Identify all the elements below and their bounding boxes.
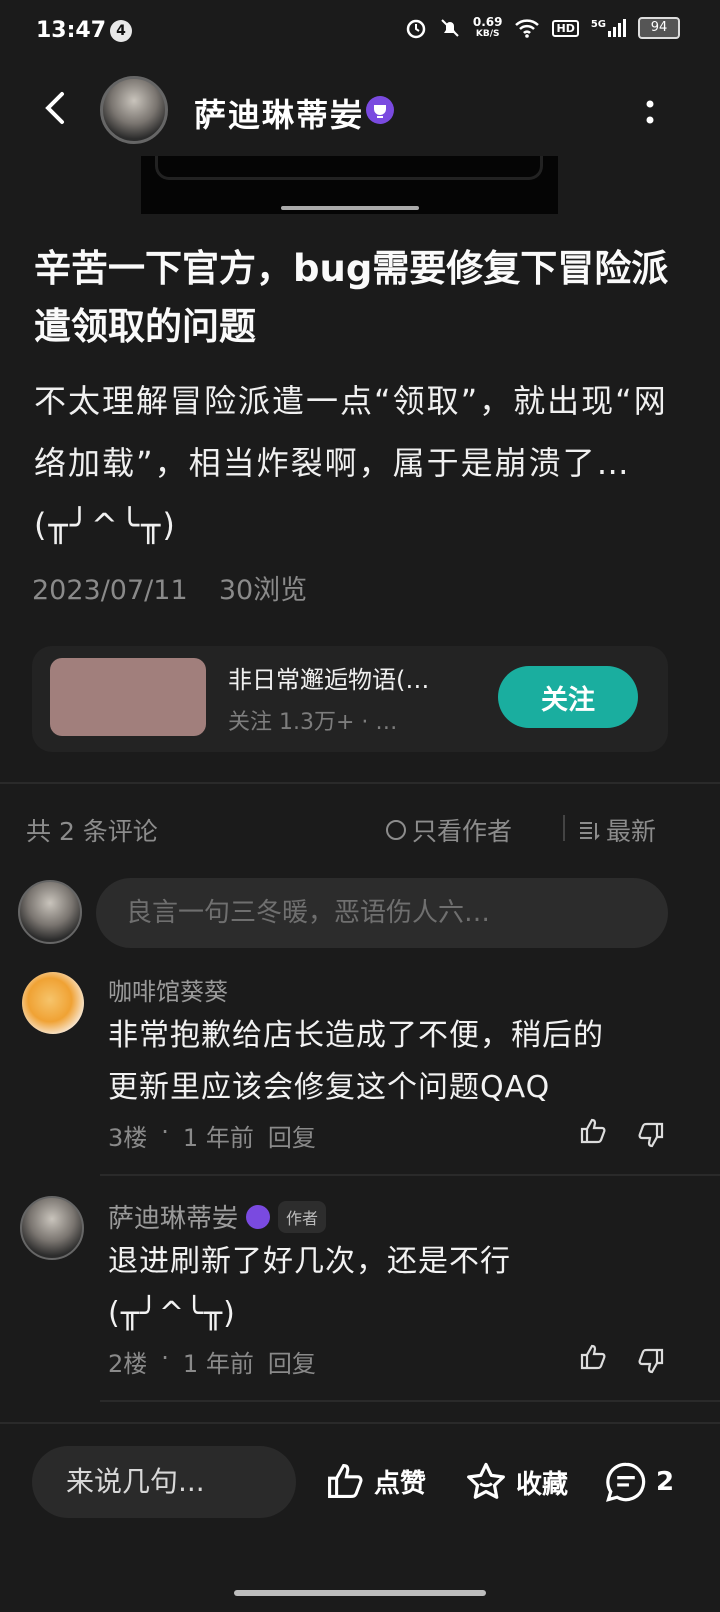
- alarm-icon: [406, 19, 426, 39]
- commenter-avatar[interactable]: [20, 1196, 84, 1260]
- author-name[interactable]: 萨迪琳蒂妛: [194, 90, 364, 136]
- star-icon: [467, 1462, 505, 1499]
- comment-time: 1 年前: [182, 1350, 254, 1378]
- comment-like-button[interactable]: [578, 1116, 608, 1150]
- net-speed-unit: KB/S: [475, 29, 500, 39]
- comment-dislike-button[interactable]: [636, 1346, 666, 1380]
- comment-input[interactable]: 良言一句三冬暖，恶语伤人六…: [96, 878, 668, 948]
- sort-label: 最新: [606, 817, 657, 846]
- sort-button[interactable]: 最新: [578, 812, 656, 848]
- author-only-label: 只看作者: [412, 817, 513, 846]
- commenter-name[interactable]: 萨迪琳蒂妛: [108, 1198, 238, 1235]
- thumbs-up-icon: [328, 1464, 363, 1498]
- image-indicator: [281, 206, 419, 210]
- post-views: 30浏览: [218, 575, 308, 606]
- favorite-label: 收藏: [516, 1469, 569, 1500]
- comment-bubble-icon: [606, 1462, 646, 1502]
- like-button[interactable]: 点赞: [324, 1460, 426, 1502]
- bottom-bar-divider: [0, 1422, 720, 1424]
- follow-button[interactable]: 关注: [498, 666, 638, 728]
- comment-text-line: 退进刷新了好几次，还是不行: [108, 1244, 511, 1279]
- notification-badge: 4: [110, 20, 132, 42]
- more-options-button[interactable]: [640, 96, 660, 130]
- comment-dislike-button[interactable]: [636, 1120, 666, 1154]
- post-date: 2023/07/11: [32, 575, 188, 606]
- signal-label: 5G: [590, 19, 606, 30]
- radio-circle-icon: [386, 820, 406, 840]
- post-body: 不太理解冒险派遣一点“领取”，就出现“网络加载”，相当炸裂啊，属于是崩溃了…(╥…: [34, 382, 668, 544]
- comment-count-badge: 2: [656, 1467, 675, 1497]
- signal-icon: [608, 19, 626, 37]
- comment-divider: [100, 1174, 720, 1176]
- comment-time: 1 年前: [182, 1124, 254, 1152]
- commenter-name-row: 萨迪琳蒂妛 作者: [108, 1198, 327, 1235]
- vip-badge-icon: [366, 96, 394, 124]
- author-avatar[interactable]: [100, 76, 168, 144]
- header-separator: [563, 815, 565, 841]
- comment-meta: 2楼 · 1 年前 回复: [108, 1344, 316, 1379]
- favorite-button[interactable]: 收藏: [464, 1460, 568, 1504]
- post-title: 辛苦一下官方，bug需要修复下冒险派遣领取的问题: [34, 247, 669, 348]
- author-only-toggle[interactable]: 只看作者: [386, 812, 512, 848]
- meta-dot: ·: [161, 1344, 169, 1372]
- status-icons: 0.69 KB/S HD 5G 94: [405, 16, 680, 40]
- thumbs-up-icon: [580, 1118, 606, 1144]
- commenter-avatar[interactable]: [22, 972, 84, 1034]
- vip-badge-icon: [246, 1204, 271, 1229]
- comment-like-button[interactable]: [578, 1342, 608, 1376]
- bottom-comment-input[interactable]: 来说几句...: [32, 1446, 296, 1518]
- chevron-left-icon: [45, 92, 64, 124]
- hd-badge: HD: [552, 19, 579, 37]
- meta-dot: ·: [161, 1118, 169, 1146]
- wifi-icon: [515, 19, 540, 38]
- net-speed: 0.69 KB/S: [473, 16, 503, 40]
- comment-button[interactable]: 2: [604, 1460, 674, 1504]
- like-label: 点赞: [374, 1468, 427, 1499]
- thumbs-down-icon: [638, 1348, 664, 1374]
- community-followers: 关注 1.3万+ · …: [228, 710, 398, 735]
- mute-bell-icon: [441, 19, 459, 37]
- reply-button[interactable]: 回复: [268, 1118, 316, 1153]
- post-image[interactable]: [141, 156, 558, 214]
- community-card[interactable]: 非日常邂逅物语(… 关注 1.3万+ · … 关注: [32, 646, 668, 752]
- sort-list-icon: [580, 822, 600, 841]
- net-speed-value: 0.69: [472, 15, 503, 29]
- my-avatar: [18, 880, 82, 944]
- community-thumbnail: [50, 658, 206, 736]
- comment-text-line: 非常抱歉给店长造成了不便，稍后的: [108, 1018, 604, 1053]
- author-tag: 作者: [278, 1200, 327, 1233]
- comment-divider: [100, 1400, 720, 1402]
- commenter-name[interactable]: 咖啡馆葵葵: [108, 972, 228, 1007]
- comment-meta: 3楼 · 1 年前 回复: [108, 1118, 316, 1153]
- comment-text-line: (╥╯^╰╥): [108, 1296, 236, 1331]
- comment-floor: 3楼: [108, 1124, 148, 1152]
- comment-count: 共 2 条评论: [26, 817, 158, 846]
- status-time: 13:47: [36, 18, 107, 43]
- battery-icon: 94: [638, 17, 680, 39]
- post-meta: 2023/07/11 30浏览: [32, 568, 307, 607]
- image-content: [155, 156, 543, 180]
- community-name: 非日常邂逅物语(…: [228, 666, 430, 694]
- signal-indicator: 5G: [591, 19, 626, 37]
- more-vertical-icon: [646, 100, 654, 124]
- comment-floor: 2楼: [108, 1350, 148, 1378]
- section-divider: [0, 782, 720, 784]
- thumbs-up-icon: [580, 1344, 606, 1370]
- reply-button[interactable]: 回复: [268, 1344, 316, 1379]
- thumbs-down-icon: [638, 1122, 664, 1148]
- comment-text-line: 更新里应该会修复这个问题QAQ: [108, 1070, 551, 1105]
- back-button[interactable]: [36, 88, 76, 128]
- home-indicator[interactable]: [234, 1590, 486, 1596]
- status-bar: 13:47 4 0.69 KB/S HD 5G 94: [0, 0, 720, 66]
